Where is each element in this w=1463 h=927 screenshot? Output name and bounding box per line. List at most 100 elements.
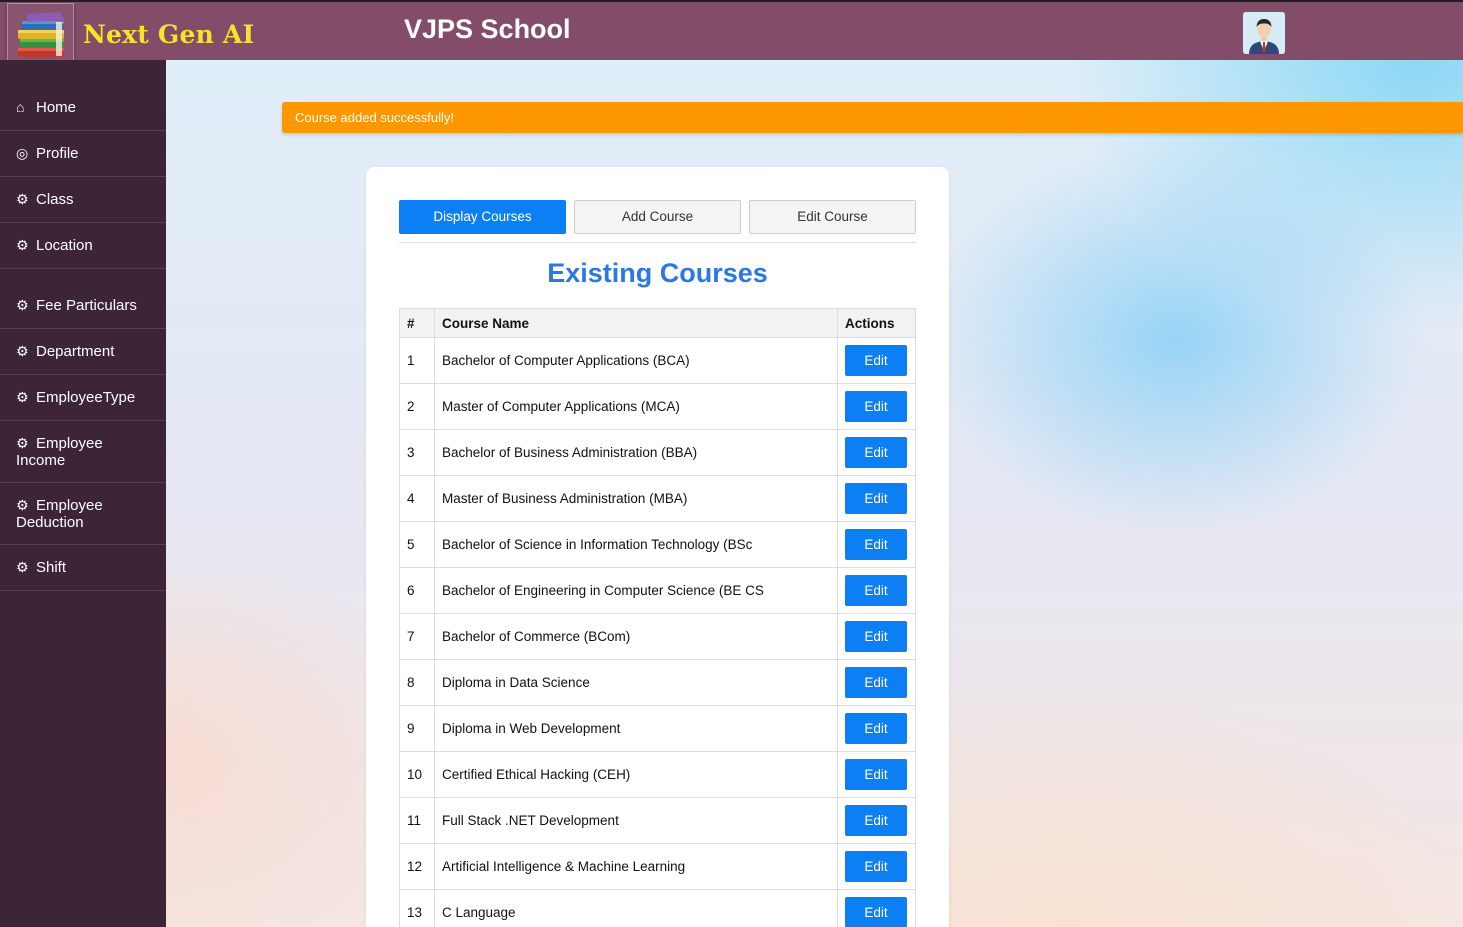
course-actions: Edit bbox=[837, 659, 916, 706]
column-header-actions: Actions bbox=[837, 308, 916, 338]
tab-add-course[interactable]: Add Course bbox=[574, 200, 741, 234]
course-number: 1 bbox=[399, 337, 435, 384]
sidebar-item-fee-particulars[interactable]: ⚙ Fee Particulars bbox=[0, 283, 166, 329]
course-actions: Edit bbox=[837, 797, 916, 844]
sidebar-item-label: Department bbox=[36, 343, 115, 360]
edit-button[interactable]: Edit bbox=[845, 345, 907, 376]
course-number: 9 bbox=[399, 705, 435, 752]
school-name: VJPS School bbox=[404, 14, 571, 44]
sidebar-item-employeetype[interactable]: ⚙ EmployeeType bbox=[0, 375, 166, 421]
table-row: 7 Bachelor of Commerce (BCom) Edit bbox=[399, 613, 916, 660]
edit-button[interactable]: Edit bbox=[845, 483, 907, 514]
user-avatar-icon bbox=[1243, 12, 1285, 54]
courses-table: # Course Name Actions 1 Bachelor of Compu… bbox=[399, 308, 916, 927]
sidebar-item-class[interactable]: ⚙ Class bbox=[0, 177, 166, 223]
table-row: 12 Artificial Intelligence & Machine Lear… bbox=[399, 843, 916, 890]
course-actions: Edit bbox=[837, 521, 916, 568]
sidebar-item-employee-income[interactable]: ⚙ Employee Income bbox=[0, 421, 166, 483]
gear-icon: ⚙ bbox=[16, 343, 29, 359]
course-actions: Edit bbox=[837, 429, 916, 476]
edit-button[interactable]: Edit bbox=[845, 437, 907, 468]
table-row: 1 Bachelor of Computer Applications (BCA)… bbox=[399, 337, 916, 384]
edit-button[interactable]: Edit bbox=[845, 759, 907, 790]
course-number: 11 bbox=[399, 797, 435, 844]
table-row: 11 Full Stack .NET Development Edit bbox=[399, 797, 916, 844]
course-name: Diploma in Data Science bbox=[434, 659, 838, 706]
gear-icon: ⚙ bbox=[16, 237, 29, 253]
table-row: 8 Diploma in Data Science Edit bbox=[399, 659, 916, 706]
table-row: 2 Master of Computer Applications (MCA) Ed… bbox=[399, 383, 916, 430]
column-header-course-name: Course Name bbox=[434, 308, 838, 338]
user-circle-icon: ◎ bbox=[16, 145, 29, 161]
table-row: 13 C Language Edit bbox=[399, 889, 916, 927]
course-name: C Language bbox=[434, 889, 838, 927]
course-name: Artificial Intelligence & Machine Learni… bbox=[434, 843, 838, 890]
edit-button[interactable]: Edit bbox=[845, 897, 907, 927]
course-name: Bachelor of Commerce (BCom) bbox=[434, 613, 838, 660]
table-body: 1 Bachelor of Computer Applications (BCA)… bbox=[399, 337, 916, 927]
table-row: 5 Bachelor of Science in Information Tech… bbox=[399, 521, 916, 568]
top-header: Next Gen AI VJPS School bbox=[0, 0, 1463, 67]
gear-icon: ⚙ bbox=[16, 435, 29, 451]
main-content: Course added successfully! Display Cours… bbox=[166, 60, 1463, 927]
sidebar-item-label: EmployeeType bbox=[36, 389, 136, 406]
sidebar-item-label: Profile bbox=[36, 145, 79, 162]
sidebar-item-label: Class bbox=[36, 191, 74, 208]
gear-icon: ⚙ bbox=[16, 389, 29, 405]
gear-icon: ⚙ bbox=[16, 497, 29, 513]
table-row: 10 Certified Ethical Hacking (CEH) Edit bbox=[399, 751, 916, 798]
course-number: 12 bbox=[399, 843, 435, 890]
sidebar-item-shift[interactable]: ⚙ Shift bbox=[0, 545, 166, 591]
course-number: 3 bbox=[399, 429, 435, 476]
edit-button[interactable]: Edit bbox=[845, 667, 907, 698]
course-tabs: Display Courses Add Course Edit Course bbox=[399, 200, 916, 243]
edit-button[interactable]: Edit bbox=[845, 529, 907, 560]
user-avatar[interactable] bbox=[1243, 12, 1285, 54]
course-actions: Edit bbox=[837, 383, 916, 430]
sidebar-item-label: Fee Particulars bbox=[36, 297, 137, 314]
sidebar-item-department[interactable]: ⚙ Department bbox=[0, 329, 166, 375]
course-number: 13 bbox=[399, 889, 435, 927]
gear-icon: ⚙ bbox=[16, 559, 29, 575]
sidebar-item-employee-deduction[interactable]: ⚙ Employee Deduction bbox=[0, 483, 166, 545]
sidebar: ⌂ Home ◎ Profile ⚙ Class ⚙ Location ⚙ Fee Par… bbox=[0, 60, 166, 927]
edit-button[interactable]: Edit bbox=[845, 805, 907, 836]
books-icon bbox=[18, 12, 64, 57]
column-header-number: # bbox=[399, 308, 435, 338]
tab-edit-course[interactable]: Edit Course bbox=[749, 200, 916, 234]
course-name: Bachelor of Engineering in Computer Scie… bbox=[434, 567, 838, 614]
sidebar-item-profile[interactable]: ◎ Profile bbox=[0, 131, 166, 177]
logo[interactable] bbox=[7, 3, 74, 67]
course-name: Diploma in Web Development bbox=[434, 705, 838, 752]
course-number: 5 bbox=[399, 521, 435, 568]
course-actions: Edit bbox=[837, 843, 916, 890]
edit-button[interactable]: Edit bbox=[845, 391, 907, 422]
course-name: Master of Computer Applications (MCA) bbox=[434, 383, 838, 430]
home-icon: ⌂ bbox=[16, 99, 25, 115]
course-number: 2 bbox=[399, 383, 435, 430]
tab-display-courses[interactable]: Display Courses bbox=[399, 200, 566, 234]
course-name: Bachelor of Computer Applications (BCA) bbox=[434, 337, 838, 384]
sidebar-item-location[interactable]: ⚙ Location bbox=[0, 223, 166, 269]
success-alert: Course added successfully! bbox=[282, 102, 1463, 133]
course-actions: Edit bbox=[837, 889, 916, 927]
gear-icon: ⚙ bbox=[16, 191, 29, 207]
sidebar-item-label: Location bbox=[36, 237, 93, 254]
edit-button[interactable]: Edit bbox=[845, 713, 907, 744]
edit-button[interactable]: Edit bbox=[845, 621, 907, 652]
edit-button[interactable]: Edit bbox=[845, 575, 907, 606]
course-name: Bachelor of Business Administration (BBA… bbox=[434, 429, 838, 476]
course-number: 4 bbox=[399, 475, 435, 522]
edit-button[interactable]: Edit bbox=[845, 851, 907, 882]
table-row: 9 Diploma in Web Development Edit bbox=[399, 705, 916, 752]
brand-name: Next Gen AI bbox=[83, 20, 255, 49]
course-actions: Edit bbox=[837, 705, 916, 752]
table-row: 4 Master of Business Administration (MBA)… bbox=[399, 475, 916, 522]
course-name: Full Stack .NET Development bbox=[434, 797, 838, 844]
table-row: 6 Bachelor of Engineering in Computer Sci… bbox=[399, 567, 916, 614]
sidebar-item-home[interactable]: ⌂ Home bbox=[0, 85, 166, 131]
course-actions: Edit bbox=[837, 613, 916, 660]
course-name: Certified Ethical Hacking (CEH) bbox=[434, 751, 838, 798]
course-number: 6 bbox=[399, 567, 435, 614]
course-actions: Edit bbox=[837, 475, 916, 522]
